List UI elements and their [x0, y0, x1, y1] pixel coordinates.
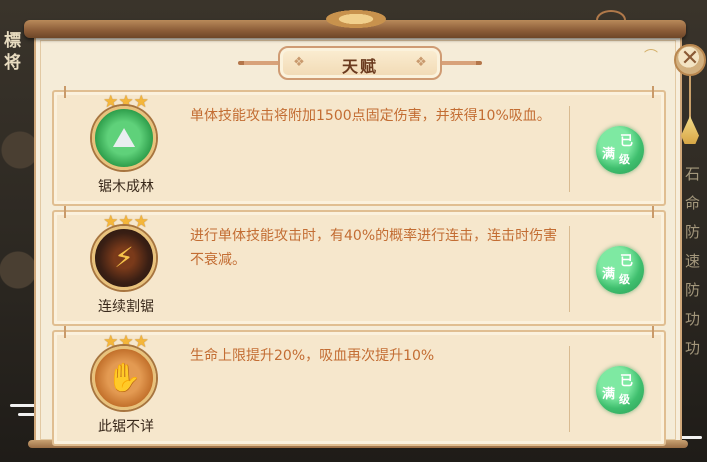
row-pin [652, 206, 654, 218]
maxed-level-badge: 满 已 级 [596, 246, 644, 294]
rod-ornament-icon [326, 10, 386, 28]
talent-row: ★★★ ⚡ 连续割锯 进行单体技能攻击时，有40%的概率进行连击，连击时伤害不衰… [52, 206, 666, 326]
talent-emblem[interactable]: ⛰ [92, 106, 156, 170]
talent-name: 此锯不详 [98, 419, 154, 435]
tassel-cord [689, 76, 691, 120]
row-divider [569, 106, 570, 192]
row-pin [64, 86, 66, 98]
talent-emblem[interactable]: ⚡ [92, 226, 156, 290]
row-pin [652, 326, 654, 338]
hand-icon: ✋ [106, 361, 142, 394]
row-divider [569, 226, 570, 312]
talent-name: 连续割锯 [98, 299, 154, 315]
title-banner: ❖ ❖ 天赋 [238, 46, 482, 80]
talent-emblem[interactable]: ✋ [92, 346, 156, 410]
talent-name: 锯木成林 [98, 179, 154, 195]
maxed-level-badge: 满 已 级 [596, 126, 644, 174]
row-pin [652, 86, 654, 98]
row-pin [64, 206, 66, 218]
row-pin [64, 326, 66, 338]
row-divider [569, 346, 570, 432]
bell-ornament-icon: ⌒ [644, 49, 658, 65]
talent-description: 单体技能攻击将附加1500点固定伤害，并获得10%吸血。 [190, 108, 551, 124]
talent-description: 进行单体技能攻击时，有40%的概率进行连击，连击时伤害不衰减。 [190, 228, 558, 268]
talent-description: 生命上限提升20%，吸血再次提升10% [190, 348, 435, 364]
spikes-icon: ⛰ [112, 121, 136, 154]
background-label-right: 石命防速防功功 [685, 165, 701, 357]
lightning-icon: ⚡ [114, 241, 134, 274]
background-label-left: 標将 [4, 31, 21, 73]
panel-title: 天赋 [341, 57, 378, 76]
talent-row: ★★★ ✋ 此锯不详 生命上限提升20%，吸血再次提升10% 满 已 级 [52, 326, 666, 446]
close-button[interactable]: ✕ [674, 44, 706, 76]
talent-row: ★★★ ⛰ 锯木成林 单体技能攻击将附加1500点固定伤害，并获得10%吸血。 … [52, 86, 666, 206]
maxed-level-badge: 满 已 级 [596, 366, 644, 414]
title-plaque: ❖ ❖ 天赋 [278, 46, 442, 80]
